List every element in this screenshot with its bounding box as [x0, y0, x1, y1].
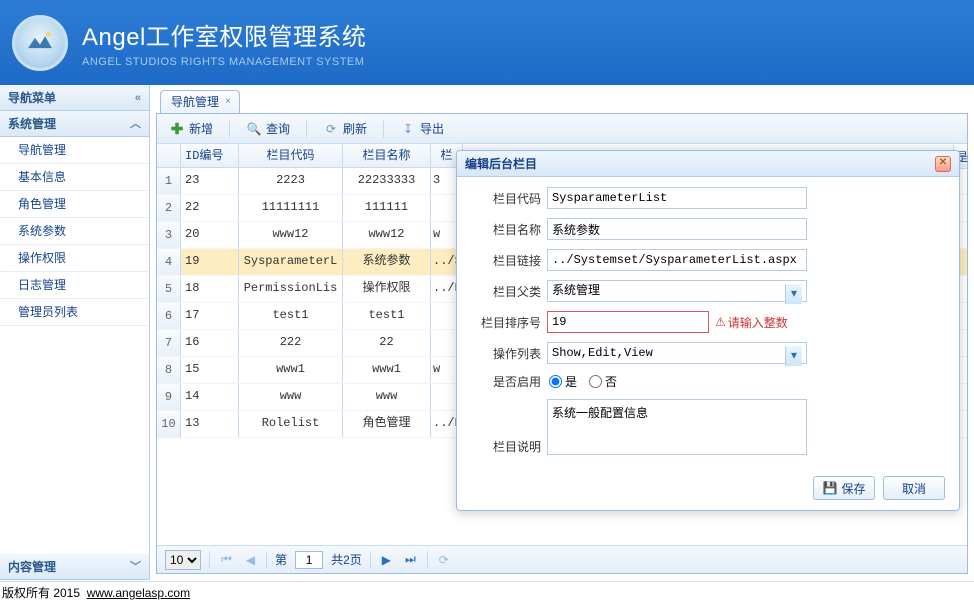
dialog-close-icon[interactable] [935, 156, 951, 172]
label-link: 栏目链接 [469, 252, 547, 269]
tab-strip: 导航管理 × [156, 90, 968, 114]
page-input[interactable] [295, 551, 323, 569]
last-page-icon[interactable]: ⏭ [402, 552, 419, 567]
dialog-header[interactable]: 编辑后台栏目 [457, 151, 959, 177]
next-page-icon[interactable]: ▶ [379, 553, 394, 567]
sidebar-item-5[interactable]: 日志管理 [0, 272, 149, 299]
app-subtitle: ANGEL STUDIOS RIGHTS MANAGEMENT SYSTEM [82, 56, 366, 68]
search-button[interactable]: 🔍查询 [242, 118, 294, 139]
label-parent: 栏目父类 [469, 283, 547, 300]
sidebar-bottom-group[interactable]: 内容管理 ﹀ [0, 554, 149, 580]
radio-yes[interactable]: 是 [549, 373, 577, 390]
plus-icon: ✚ [169, 121, 185, 137]
input-link[interactable] [547, 249, 807, 271]
sidebar-nav-header[interactable]: 导航菜单 « [0, 85, 149, 111]
refresh-button[interactable]: ⟳刷新 [319, 118, 371, 139]
app-header: Angel工作室权限管理系统 ANGEL STUDIOS RIGHTS MANA… [0, 0, 974, 85]
tab-nav-manage[interactable]: 导航管理 × [160, 90, 240, 113]
sidebar-item-2[interactable]: 角色管理 [0, 191, 149, 218]
edit-dialog: 编辑后台栏目 栏目代码 栏目名称 栏目链接 栏目父类系统管理 栏目排序号 请输入整… [456, 150, 960, 511]
refresh-icon: ⟳ [323, 121, 339, 137]
save-button[interactable]: 💾保存 [813, 476, 875, 500]
sidebar-group-title: 系统管理 [8, 111, 56, 137]
tab-label: 导航管理 [171, 91, 219, 113]
label-ops: 操作列表 [469, 345, 547, 362]
app-title: Angel工作室权限管理系统 [82, 17, 366, 52]
footer-url[interactable]: www.angelasp.com [87, 586, 190, 600]
label-name: 栏目名称 [469, 221, 547, 238]
col-code[interactable]: 栏目代码 [239, 144, 343, 167]
sidebar-item-0[interactable]: 导航管理 [0, 137, 149, 164]
col-name[interactable]: 栏目名称 [343, 144, 431, 167]
app-logo [12, 15, 68, 71]
sidebar-item-1[interactable]: 基本信息 [0, 164, 149, 191]
dialog-title: 编辑后台栏目 [465, 155, 537, 172]
page-prefix: 第 [275, 551, 287, 568]
pager: 10 ⏮ ◀ 第 共2页 ▶ ⏭ ⟳ [157, 545, 967, 573]
export-icon: ↧ [400, 121, 416, 137]
page-size-select[interactable]: 10 [165, 550, 201, 570]
chevron-up-icon[interactable]: ︿ [130, 111, 141, 137]
sidebar-group-header[interactable]: 系统管理 ︿ [0, 111, 149, 137]
textarea-desc[interactable] [547, 399, 807, 455]
close-icon[interactable]: × [223, 91, 233, 113]
label-desc: 栏目说明 [469, 438, 547, 455]
toolbar: ✚新增 🔍查询 ⟳刷新 ↧导出 [157, 114, 967, 144]
input-sort[interactable] [547, 311, 709, 333]
label-code: 栏目代码 [469, 190, 547, 207]
col-id[interactable]: ID编号 [181, 144, 239, 167]
footer: 版权所有 2015 www.angelasp.com [0, 581, 974, 603]
page-total: 共2页 [331, 551, 362, 568]
collapse-icon[interactable]: « [135, 85, 141, 111]
input-name[interactable] [547, 218, 807, 240]
reload-icon[interactable]: ⟳ [436, 553, 452, 567]
select-parent[interactable]: 系统管理 [547, 280, 807, 302]
sidebar-item-3[interactable]: 系统参数 [0, 218, 149, 245]
error-sort: 请输入整数 [715, 314, 788, 331]
sidebar: 导航菜单 « 系统管理 ︿ 导航管理基本信息角色管理系统参数操作权限日志管理管理… [0, 85, 150, 580]
sidebar-nav-title: 导航菜单 [8, 85, 56, 111]
sidebar-bottom-title: 内容管理 [8, 554, 56, 580]
export-button[interactable]: ↧导出 [396, 118, 448, 139]
radio-no[interactable]: 否 [589, 373, 617, 390]
search-icon: 🔍 [246, 121, 262, 137]
add-button[interactable]: ✚新增 [165, 118, 217, 139]
chevron-down-icon[interactable]: ﹀ [130, 554, 141, 580]
sidebar-item-6[interactable]: 管理员列表 [0, 299, 149, 326]
first-page-icon[interactable]: ⏮ [218, 552, 235, 567]
prev-page-icon[interactable]: ◀ [243, 553, 258, 567]
select-ops[interactable]: Show,Edit,View [547, 342, 807, 364]
input-code[interactable] [547, 187, 807, 209]
disk-icon: 💾 [823, 481, 838, 495]
label-enabled: 是否启用 [469, 373, 547, 390]
cancel-button[interactable]: 取消 [883, 476, 945, 500]
sidebar-item-4[interactable]: 操作权限 [0, 245, 149, 272]
label-sort: 栏目排序号 [469, 314, 547, 331]
